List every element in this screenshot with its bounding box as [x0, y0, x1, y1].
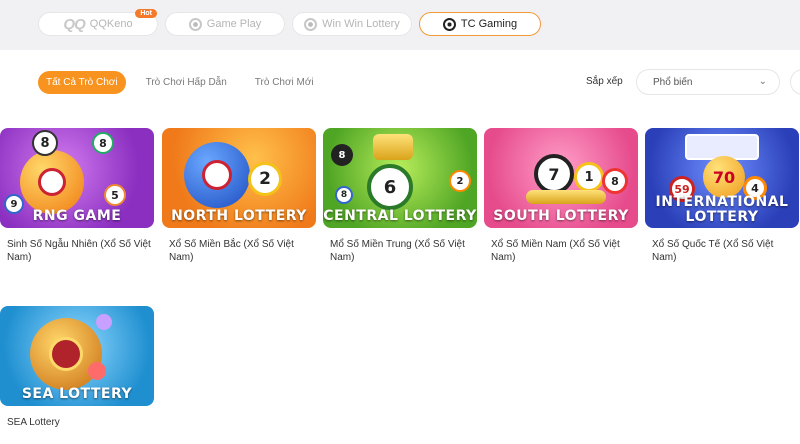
game-thumbnail[interactable]: 2 NORTH LOTTERY: [162, 128, 316, 228]
tc-gaming-icon: [442, 17, 456, 31]
game-thumbnail[interactable]: SEA LOTTERY: [0, 306, 154, 406]
game-card-rng[interactable]: 8 8 5 9 RNG GAME Sinh Số Ngẫu Nhiên (Xổ …: [0, 128, 154, 264]
lottery-ball-icon: 8: [331, 144, 353, 166]
banner-line: INTERNATIONAL: [655, 194, 789, 210]
tab-all-games[interactable]: Tất Cả Trò Chơi: [38, 71, 126, 94]
game-banner: SEA LOTTERY: [21, 386, 133, 402]
sort-label: Sắp xếp: [586, 76, 623, 87]
gold-coin-icon: [30, 318, 102, 390]
lottery-ball-icon: 8: [92, 132, 114, 154]
game-card-south[interactable]: 7 1 8 SOUTH LOTTERY Xổ Số Miền Nam (Xổ S…: [484, 128, 638, 264]
lottery-ball-icon: 8: [602, 168, 628, 194]
lottery-ball-icon: 1: [574, 162, 604, 192]
lottery-ball-icon: 8: [335, 186, 353, 204]
game-banner: CENTRAL LOTTERY: [323, 208, 477, 224]
game-title[interactable]: Sinh Số Ngẫu Nhiên (Xổ Số Việt Nam): [0, 238, 154, 264]
game-thumbnail[interactable]: 6 8 2 8 CENTRAL LOTTERY: [323, 128, 477, 228]
lottery-ball-icon: [184, 142, 250, 208]
lottery-ball-icon: 70: [703, 156, 745, 198]
game-banner: NORTH LOTTERY: [171, 208, 307, 224]
provider-win-win-lottery[interactable]: Win Win Lottery: [292, 12, 412, 36]
tab-new-games[interactable]: Trò Chơi Mới: [247, 71, 322, 94]
game-title[interactable]: Xổ Số Miền Bắc (Xổ Số Việt Nam): [162, 238, 316, 264]
provider-label: QQKeno: [89, 18, 133, 30]
game-title[interactable]: Xổ Số Quốc Tế (Xổ Số Việt Nam): [645, 238, 799, 264]
category-tabs: Tất Cả Trò Chơi Trò Chơi Hấp Dẫn Trò Chơ…: [38, 71, 322, 94]
game-thumbnail[interactable]: 70 59 4 INTERNATIONAL LOTTERY: [645, 128, 799, 228]
lottery-ball-icon: 7: [534, 154, 574, 194]
lottery-ball-icon: 2: [449, 170, 471, 192]
game-thumbnail[interactable]: 7 1 8 SOUTH LOTTERY: [484, 128, 638, 228]
chevron-down-icon: ⌄: [758, 76, 767, 87]
lottery-ball-icon: [96, 314, 112, 330]
coin-tray-icon: [526, 190, 606, 204]
game-card-north[interactable]: 2 NORTH LOTTERY Xổ Số Miền Bắc (Xổ Số Vi…: [162, 128, 316, 264]
lottery-ball-icon: [88, 362, 106, 380]
lottery-ball-icon: [20, 150, 84, 214]
banner-line: LOTTERY: [685, 209, 759, 225]
crown-icon: [373, 134, 413, 160]
game-title[interactable]: SEA Lottery: [0, 416, 154, 429]
provider-label: Win Win Lottery: [322, 18, 400, 30]
game-card-central[interactable]: 6 8 2 8 CENTRAL LOTTERY Mổ Số Miền Trung…: [323, 128, 477, 264]
tab-hot-games[interactable]: Trò Chơi Hấp Dẫn: [138, 71, 235, 94]
filter-button[interactable]: [790, 69, 800, 95]
game-card-international[interactable]: 70 59 4 INTERNATIONAL LOTTERY Xổ Số Quốc…: [645, 128, 799, 264]
sort-value: Phổ biến: [653, 76, 693, 88]
provider-label: Game Play: [206, 18, 262, 30]
provider-tc-gaming[interactable]: TC Gaming: [419, 12, 541, 36]
qq-logo-icon: QQ: [63, 15, 85, 33]
provider-game-play[interactable]: Game Play: [165, 12, 285, 36]
lottery-ball-icon: 5: [104, 184, 126, 206]
lottery-ball-icon: 8: [32, 130, 58, 156]
game-banner: SOUTH LOTTERY: [493, 208, 629, 224]
game-title[interactable]: Xổ Số Miền Nam (Xổ Số Việt Nam): [484, 238, 638, 264]
sort-select[interactable]: Phổ biến ⌄: [636, 69, 780, 95]
hot-badge: Hot: [135, 9, 157, 18]
game-banner: RNG GAME: [32, 208, 122, 224]
lottery-ball-icon: 6: [367, 164, 413, 210]
provider-bar: QQ QQKeno Hot Game Play Win Win Lottery …: [0, 0, 800, 50]
game-play-icon: [188, 17, 202, 31]
lottery-ball-icon: 2: [248, 162, 282, 196]
win-win-icon: [304, 17, 318, 31]
game-thumbnail[interactable]: 8 8 5 9 RNG GAME: [0, 128, 154, 228]
game-card-sea[interactable]: SEA LOTTERY SEA Lottery: [0, 306, 154, 429]
game-banner: INTERNATIONAL LOTTERY: [645, 195, 799, 225]
provider-label: TC Gaming: [460, 18, 518, 30]
provider-qqkeno[interactable]: QQ QQKeno Hot: [38, 9, 158, 36]
game-title[interactable]: Mổ Số Miền Trung (Xổ Số Việt Nam): [323, 238, 477, 264]
